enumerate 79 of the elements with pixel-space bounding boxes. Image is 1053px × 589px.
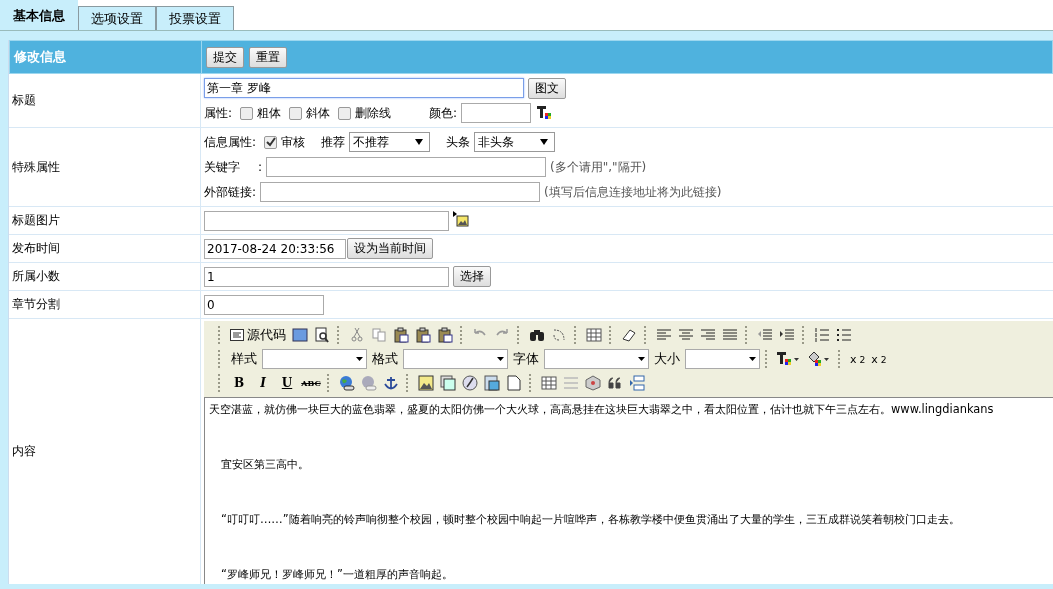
checkbox-label: 审核: [281, 133, 306, 151]
paragraph: “叮叮叮……”随着响亮的铃声响彻整个校园，顿时整个校园中响起一片喧哗声，各栋教学楼中便鱼贯涌出了大量的学生，三五成群说笑着朝校门口走去。: [220, 512, 961, 526]
info-attribute-label: 信息属性:: [204, 133, 257, 151]
headline-dropdown[interactable]: 非头条: [474, 132, 556, 152]
color-field[interactable]: [461, 103, 532, 123]
checkbox-label: 删除线: [355, 104, 392, 122]
dropdown-arrow-icon: [356, 357, 363, 361]
link-icon[interactable]: [337, 373, 357, 393]
field-label: 章节分割: [12, 296, 60, 313]
keyword-colon: :: [258, 160, 263, 174]
dropdown-arrow-icon: [497, 357, 504, 361]
dropdown-arrow-icon: [749, 357, 756, 361]
font-label: 字体: [513, 350, 539, 368]
field-label: 所属小数: [12, 268, 60, 285]
preview-icon[interactable]: [312, 325, 332, 345]
publish-time-field[interactable]: 2017-08-24 20:33:56: [204, 238, 346, 259]
image-text-button[interactable]: 图文: [528, 77, 566, 99]
source-button[interactable]: 源代码: [228, 325, 288, 345]
checkbox[interactable]: [289, 106, 303, 120]
dropdown-arrow-icon: [638, 357, 645, 361]
field-label: 标题图片: [12, 212, 60, 229]
style-label: 样式: [231, 350, 257, 368]
form-button[interactable]: 重置: [249, 46, 287, 68]
format-button[interactable]: U: [276, 373, 298, 393]
checkbox-label: 粗体: [257, 104, 282, 122]
form-button[interactable]: 提交: [206, 46, 244, 68]
paste-word-icon[interactable]: [435, 325, 455, 345]
field-label: 发布时间: [12, 240, 60, 257]
paste-text-icon[interactable]: [413, 325, 433, 345]
keyword-label: 关键字: [204, 158, 240, 176]
select-all-icon[interactable]: [584, 325, 604, 345]
keyword-hint: (多个请用","隔开): [550, 158, 647, 176]
page-icon[interactable]: [504, 373, 524, 393]
gallery-icon[interactable]: [438, 373, 458, 393]
text-color-icon[interactable]: [537, 106, 552, 120]
image-icon[interactable]: [416, 373, 436, 393]
table-icon[interactable]: [539, 373, 559, 393]
external-link-field[interactable]: [260, 182, 541, 202]
checkbox[interactable]: [338, 106, 352, 120]
checkbox-label: 斜体: [306, 104, 331, 122]
recommend-dropdown[interactable]: 不推荐: [349, 132, 431, 152]
format-button[interactable]: B: [228, 373, 250, 393]
size-dropdown[interactable]: [685, 349, 760, 369]
headline-label: 头条: [446, 133, 471, 151]
choose-button[interactable]: 选择: [453, 266, 491, 287]
title-field[interactable]: 第一章 罗峰: [204, 78, 524, 98]
paragraph: “罗峰师兄！罗峰师兄！”一道粗厚的声音响起。: [220, 567, 454, 581]
paragraph: 宜安区第三高中。: [220, 457, 310, 471]
paragraph: 天空湛蓝，就仿佛一块巨大的蓝色翡翠，盛夏的太阳仿佛一个大火球，高高悬挂在这块巨大翡翠之中，看太阳位置，估计也就下午三点左右。www.lingdiankans: [209, 402, 995, 416]
section-field[interactable]: 1: [204, 266, 449, 287]
checkbox[interactable]: [264, 135, 278, 149]
cube-icon[interactable]: [583, 373, 603, 393]
dropdown-arrow-icon: [540, 139, 549, 145]
format-button[interactable]: I: [252, 373, 274, 393]
size-label: 大小: [654, 350, 680, 368]
format-label: 格式: [372, 350, 398, 368]
set-current-time-button[interactable]: 设为当前时间: [347, 238, 433, 259]
flash-icon[interactable]: [460, 373, 480, 393]
attribute-label: 属性:: [204, 104, 233, 122]
paste-icon[interactable]: [391, 325, 411, 345]
tab[interactable]: 选项设置: [78, 6, 156, 30]
title-image-field[interactable]: [204, 210, 449, 231]
dropdown-arrow-icon: [415, 139, 424, 145]
external-link-hint: (填写后信息连接地址将为此链接): [544, 183, 722, 201]
image-picker-icon[interactable]: [453, 211, 469, 227]
media-icon[interactable]: [482, 373, 502, 393]
form-title: 修改信息: [14, 48, 66, 66]
tab[interactable]: 基本信息: [0, 0, 78, 30]
field-label: 特殊属性: [12, 158, 60, 176]
field-label: 标题: [12, 92, 36, 109]
chapter-split-field[interactable]: 0: [204, 294, 324, 315]
field-label: 内容: [12, 443, 36, 460]
color-label: 颜色:: [429, 104, 458, 122]
keyword-field[interactable]: [266, 157, 547, 177]
format-button[interactable]: ABC: [300, 373, 322, 393]
recommend-label: 推荐: [321, 133, 346, 151]
external-link-label: 外部链接:: [204, 183, 257, 201]
checkbox[interactable]: [240, 106, 254, 120]
tab[interactable]: 投票设置: [156, 6, 234, 30]
